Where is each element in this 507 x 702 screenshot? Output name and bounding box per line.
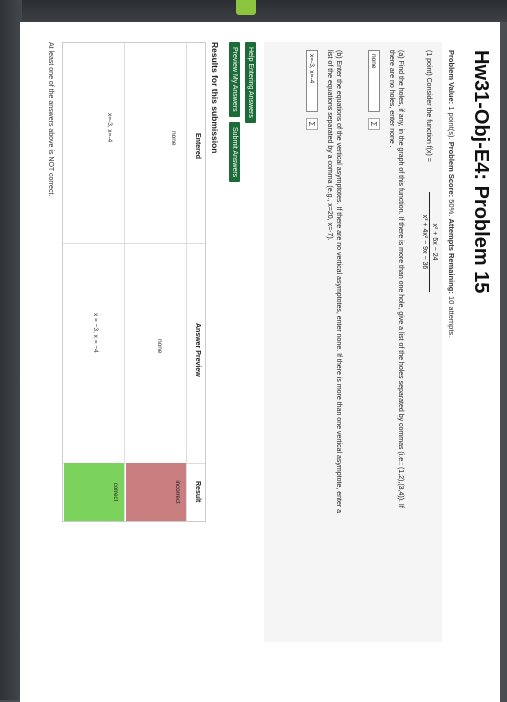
fraction-denominator: x³ + 4x² − 9x − 36 [421, 214, 428, 270]
help-entering-answers-button[interactable]: Help Entering Answers [245, 42, 256, 123]
problem-intro: (1 point) Consider the function f(x) = [425, 50, 432, 162]
entered-cell: x=-3, x=-4 [106, 113, 113, 143]
submit-answers-button[interactable]: Submit Answers [229, 122, 240, 183]
part-b-instructions: (b) Enter the equations of the vertical … [335, 50, 342, 514]
problem-value-label: Problem Value: [447, 50, 456, 105]
preview-cell: none [156, 339, 163, 354]
table-row-divider [186, 43, 187, 521]
part-b-answer-input[interactable]: x=-3, x=-4 [306, 50, 318, 112]
table-row-divider [124, 43, 125, 521]
attempts-remaining: 10 attempts. [447, 295, 456, 338]
part-a-answer-input[interactable]: none [368, 50, 380, 112]
part-a-instructions-2: there are no holes, enter none . [388, 50, 395, 148]
column-header-result: Result [194, 481, 201, 503]
preview-answers-button[interactable]: Preview My Answers [229, 42, 240, 117]
result-cell-incorrect: incorrect [126, 463, 186, 521]
table-column-divider [63, 243, 205, 244]
result-text: correct [112, 482, 118, 502]
problem-score: 50%. [447, 199, 456, 217]
problem-value: 1 point(s). [447, 106, 456, 140]
problem-score-label: Problem Score: [447, 141, 456, 198]
part-a-instructions: (a) Find the holes, if any, in the graph… [397, 50, 404, 508]
browser-tab-indicator [236, 0, 256, 15]
result-cell-correct: correct [64, 463, 124, 521]
result-text: incorrect [174, 480, 180, 504]
function-fraction: x² + 5x − 24 x³ + 4x² − 9x − 36 [421, 192, 438, 292]
problem-meta: Problem Value: 1 point(s). Problem Score… [447, 50, 456, 337]
entered-cell: none [170, 131, 177, 146]
page-title: Hw31-Obj-E4: Problem 15 [470, 50, 492, 294]
results-table: Entered Answer Preview Result none none … [62, 42, 206, 522]
part-b-instructions-2: list of the equations separated by a com… [326, 50, 333, 241]
monitor-bezel-left [0, 0, 22, 700]
problem-body: (1 point) Consider the function f(x) = x… [264, 42, 442, 642]
fraction-numerator: x² + 5x − 24 [429, 192, 438, 292]
column-header-answer-preview: Answer Preview [194, 323, 201, 377]
column-header-entered: Entered [194, 133, 201, 160]
submission-feedback: At least one of the answers above is NOT… [47, 42, 54, 197]
preview-cell: x = −3, x = −4 [92, 313, 99, 353]
part-a-equation-editor-button[interactable]: Σ [368, 118, 380, 130]
part-b-equation-editor-button[interactable]: Σ [306, 118, 318, 130]
results-heading: Results for this submission [210, 42, 220, 154]
attempts-label: Attempts Remaining: [447, 218, 456, 294]
webwork-problem-page: Hw31-Obj-E4: Problem 15 Problem Value: 1… [20, 22, 500, 702]
